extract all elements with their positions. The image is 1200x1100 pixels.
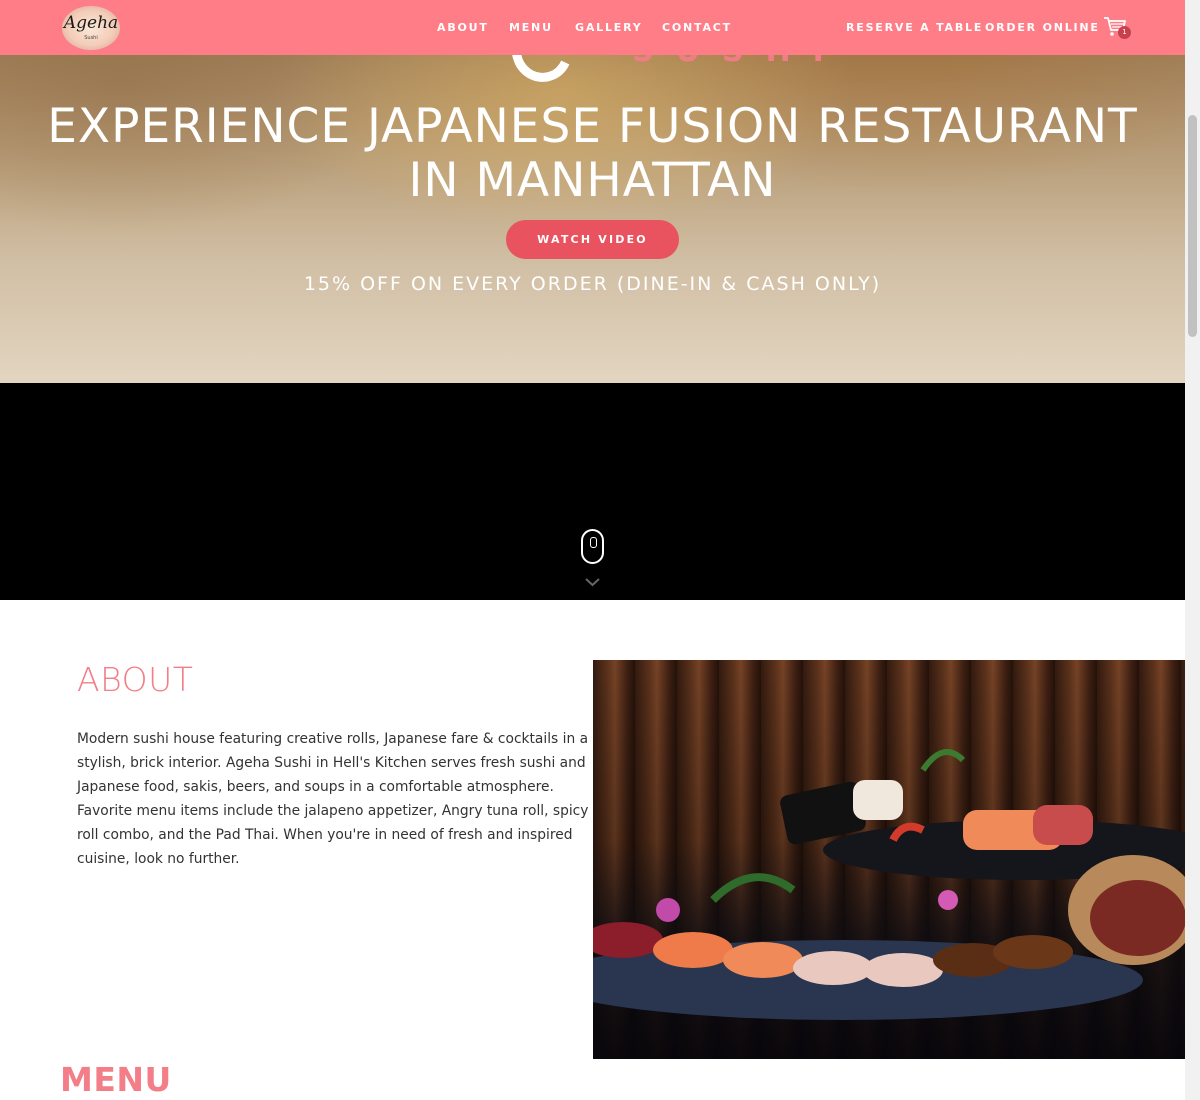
nav-link-menu[interactable]: MENU (509, 21, 553, 34)
nav-link-about[interactable]: ABOUT (437, 21, 489, 34)
promo-text: 15% OFF ON EVERY ORDER (DINE-IN & CASH O… (303, 273, 882, 295)
top-navbar: Ageha Sushi ABOUT MENU GALLERY CONTACT R… (0, 0, 1185, 55)
nav-link-gallery[interactable]: GALLERY (575, 21, 643, 34)
nav-link-contact[interactable]: CONTACT (662, 21, 732, 34)
order-online-link[interactable]: ORDER ONLINE (985, 21, 1100, 34)
logo-text: Ageha (63, 13, 119, 33)
shopping-cart-icon[interactable]: 1 (1103, 16, 1131, 40)
mouse-icon[interactable] (581, 529, 604, 564)
watch-video-button[interactable]: WATCH VIDEO (506, 220, 679, 259)
hero-title-line2: IN MANHATTAN (408, 153, 777, 208)
cart-count-badge: 1 (1118, 26, 1131, 39)
ageha-logo[interactable]: Ageha Sushi (62, 6, 120, 50)
menu-heading: MENU (60, 1060, 172, 1099)
scrollbar-thumb[interactable] (1188, 115, 1197, 337)
about-heading: ABOUT (77, 660, 194, 699)
hero-title-line1: EXPERIENCE JAPANESE FUSION RESTAURANT (47, 99, 1138, 154)
video-band (0, 383, 1185, 600)
about-paragraph: Modern sushi house featuring creative ro… (77, 731, 589, 867)
page-scrollbar[interactable] (1185, 0, 1200, 1100)
hero-section: SUSHI EXPERIENCE JAPANESE FUSION RESTAUR… (0, 0, 1185, 383)
reserve-table-link[interactable]: RESERVE A TABLE (846, 21, 983, 34)
sushi-illustration (593, 749, 1185, 1020)
hero-title: EXPERIENCE JAPANESE FUSION RESTAURANT IN… (0, 100, 1185, 208)
chevron-down-icon[interactable] (585, 576, 600, 588)
logo-subtext: Sushi (84, 35, 98, 41)
sushi-platter-image (593, 660, 1185, 1059)
